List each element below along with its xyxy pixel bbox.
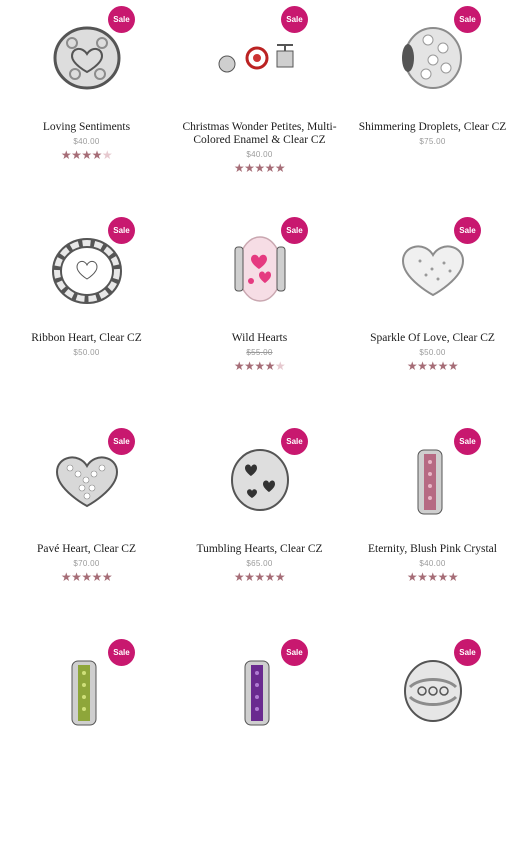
sale-badge: Sale	[281, 639, 308, 666]
star-icon: ★	[264, 359, 276, 373]
star-icon: ★	[244, 161, 255, 175]
sale-badge: Sale	[281, 6, 308, 33]
star-icon: ★	[254, 570, 265, 584]
product-card[interactable]: Sale Shimmering Droplets, Clear CZ $75.00	[346, 0, 519, 211]
sale-badge: Sale	[108, 639, 135, 666]
product-card[interactable]: Sale	[173, 633, 346, 844]
star-rating: ★★★★★	[354, 571, 511, 583]
star-icon: ★	[406, 570, 418, 584]
product-name[interactable]: Christmas Wonder Petites, Multi-Colored …	[181, 121, 338, 174]
star-icon: ★	[91, 148, 103, 162]
star-icon: ★	[233, 161, 245, 175]
sale-badge: Sale	[108, 428, 135, 455]
product-card[interactable]: Sale Christmas Wonder Petites, Multi-Col…	[173, 0, 346, 211]
product-name[interactable]: Ribbon Heart, Clear CZ $50.00	[8, 332, 165, 359]
sale-badge: Sale	[454, 428, 481, 455]
product-card[interactable]: Sale Ribbon Heart, Clear CZ $50.00	[0, 211, 173, 422]
product-name[interactable]: Loving Sentiments $40.00 ★★★★★	[8, 121, 165, 161]
star-icon: ★	[60, 148, 72, 162]
product-price: $70.00	[73, 559, 100, 568]
product-price: $40.00	[419, 559, 446, 568]
star-icon: ★	[447, 359, 459, 373]
star-icon: ★	[101, 148, 113, 162]
sale-badge: Sale	[454, 639, 481, 666]
product-card[interactable]: Sale Eternity, Blush Pink Crystal $40.00 ★…	[346, 422, 519, 633]
product-card[interactable]: Sale	[0, 633, 173, 844]
star-rating: ★★★★★	[354, 360, 511, 372]
star-icon: ★	[254, 359, 265, 373]
star-icon: ★	[437, 359, 449, 373]
star-icon: ★	[81, 148, 92, 162]
product-card[interactable]: Sale Sparkle Of Love, Clear CZ $50.00 ★★★★…	[346, 211, 519, 422]
star-rating: ★★★★★	[181, 571, 338, 583]
star-icon: ★	[101, 570, 113, 584]
star-rating: ★★★★★	[181, 162, 338, 174]
star-icon: ★	[427, 359, 438, 373]
sale-badge: Sale	[108, 217, 135, 244]
product-card[interactable]: Sale Pavé Heart, Clear CZ $70.00 ★★★★★	[0, 422, 173, 633]
star-icon: ★	[274, 359, 286, 373]
star-rating: ★★★★★	[181, 360, 338, 372]
sale-badge: Sale	[454, 6, 481, 33]
product-name[interactable]: Sparkle Of Love, Clear CZ $50.00 ★★★★★	[354, 332, 511, 372]
star-icon: ★	[427, 570, 438, 584]
star-icon: ★	[244, 570, 255, 584]
product-price: $50.00	[419, 348, 446, 357]
star-icon: ★	[71, 148, 82, 162]
star-icon: ★	[264, 570, 276, 584]
star-rating: ★★★★★	[8, 571, 165, 583]
product-name[interactable]: Pavé Heart, Clear CZ $70.00 ★★★★★	[8, 543, 165, 583]
sale-badge: Sale	[108, 6, 135, 33]
star-icon: ★	[254, 161, 265, 175]
sale-badge: Sale	[281, 217, 308, 244]
star-icon: ★	[91, 570, 103, 584]
star-icon: ★	[417, 359, 428, 373]
star-icon: ★	[264, 161, 276, 175]
star-icon: ★	[81, 570, 92, 584]
star-icon: ★	[233, 359, 245, 373]
star-icon: ★	[447, 570, 459, 584]
product-name[interactable]: Eternity, Blush Pink Crystal $40.00 ★★★★★	[354, 543, 511, 583]
star-icon: ★	[233, 570, 245, 584]
product-card[interactable]: Sale Wild Hearts $55.00 ★★★★★	[173, 211, 346, 422]
product-card[interactable]: Sale Loving Sentiments $40.00 ★★★★★	[0, 0, 173, 211]
star-icon: ★	[437, 570, 449, 584]
star-icon: ★	[60, 570, 72, 584]
star-icon: ★	[274, 570, 286, 584]
product-price: $75.00	[419, 137, 446, 146]
product-name[interactable]: Shimmering Droplets, Clear CZ $75.00	[354, 121, 511, 148]
star-icon: ★	[406, 359, 418, 373]
star-icon: ★	[274, 161, 286, 175]
product-card[interactable]: Sale Tumbling Hearts, Clear CZ $65.00 ★★★★…	[173, 422, 346, 633]
product-card[interactable]: Sale	[346, 633, 519, 844]
star-icon: ★	[71, 570, 82, 584]
sale-badge: Sale	[281, 428, 308, 455]
product-name[interactable]: Tumbling Hearts, Clear CZ $65.00 ★★★★★	[181, 543, 338, 583]
product-price: $55.00	[246, 348, 273, 357]
product-price: $50.00	[73, 348, 100, 357]
sale-badge: Sale	[454, 217, 481, 244]
product-price: $40.00	[246, 150, 273, 159]
star-icon: ★	[244, 359, 255, 373]
product-price: $40.00	[73, 137, 100, 146]
star-rating: ★★★★★	[8, 149, 165, 161]
product-price: $65.00	[246, 559, 273, 568]
star-icon: ★	[417, 570, 428, 584]
product-name[interactable]: Wild Hearts $55.00 ★★★★★	[181, 332, 338, 372]
